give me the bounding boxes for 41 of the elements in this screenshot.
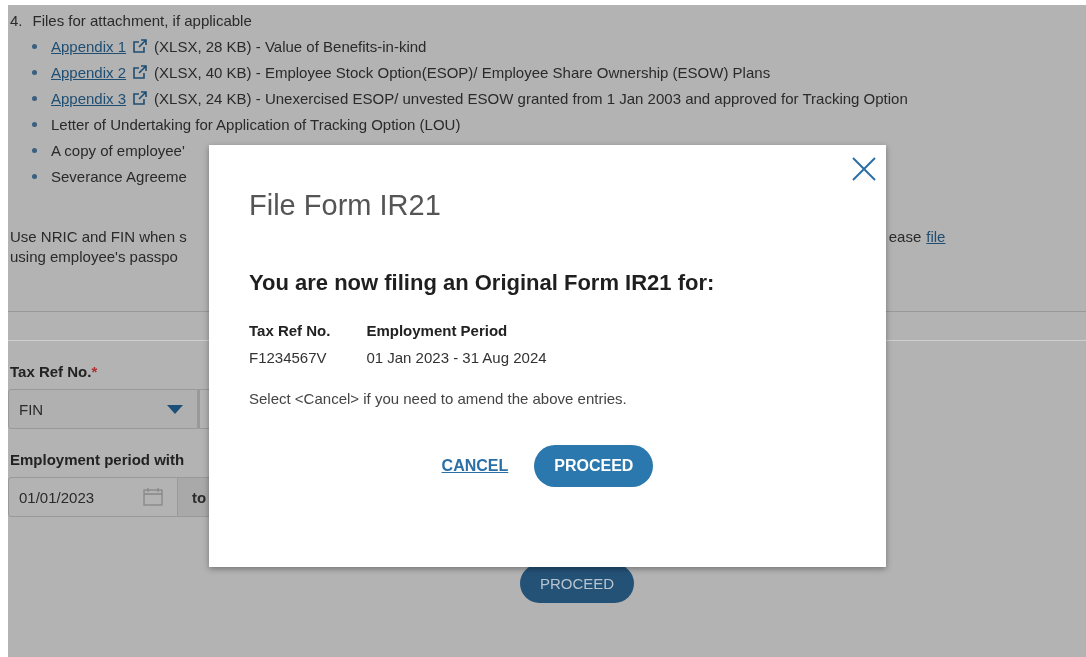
bullet-icon [32, 147, 37, 153]
bullet-icon [32, 95, 37, 101]
note-text: Use NRIC and FIN when s [10, 227, 187, 247]
column-header: Tax Ref No. [249, 322, 331, 339]
bullet-icon [32, 121, 37, 127]
appendix-link[interactable]: Appendix 1 [51, 37, 127, 55]
attachment-item: Severance Agreeme [51, 167, 187, 185]
start-date-field[interactable]: 01/01/2023 [8, 477, 178, 517]
calendar-icon [143, 488, 163, 506]
section-heading: Files for attachment, if applicable [32, 11, 252, 29]
column-header: Employment Period [366, 322, 509, 339]
bullet-icon [32, 43, 37, 49]
attachment-item: A copy of employee' [51, 141, 185, 159]
field-label: Tax Ref No. [10, 363, 92, 380]
cancel-link[interactable]: CANCEL [441, 457, 509, 475]
required-mark: * [91, 363, 98, 380]
file-link[interactable]: file [926, 227, 946, 247]
id-type-select[interactable]: FIN [8, 389, 198, 429]
field-label: Employment period with [10, 451, 185, 468]
attachment-details: (XLSX, 24 KB) - Unexercised ESOP/ unvested ESOW granted from 1 Jan 2003 and approved for Tracking Option [154, 89, 908, 107]
dialog-title: File Form IR21 [249, 189, 442, 222]
dialog-heading: You are now filing an Original Form IR21 for: [249, 270, 716, 296]
note-text: ease [888, 227, 922, 247]
dialog-note: Select <Cancel> if you need to amend the above entries. [249, 390, 628, 407]
external-link-icon [132, 38, 149, 54]
note-text: using employee's passpo [10, 248, 178, 265]
dropdown-caret-icon [167, 404, 183, 414]
bullet-icon [32, 69, 37, 75]
appendix-link[interactable]: Appendix 3 [51, 89, 127, 107]
list-number: 4. [10, 11, 23, 29]
appendix-link[interactable]: Appendix 2 [51, 63, 127, 81]
column-value: F1234567V [249, 349, 328, 366]
proceed-button[interactable]: PROCEED [534, 445, 654, 487]
column-value: 01 Jan 2023 - 31 Aug 2024 [366, 349, 547, 366]
attachment-details: (XLSX, 40 KB) - Employee Stock Option(ESOP)/ Employee Share Ownership (ESOW) Plans [154, 63, 771, 81]
attachment-item: Letter of Undertaking for Application of Tracking Option (LOU) [51, 115, 461, 133]
bullet-icon [32, 173, 37, 179]
external-link-icon [132, 64, 149, 80]
external-link-icon [132, 90, 149, 106]
proceed-button[interactable]: PROCEED [519, 564, 635, 603]
attachment-details: (XLSX, 28 KB) - Value of Benefits-in-kind [154, 37, 427, 55]
